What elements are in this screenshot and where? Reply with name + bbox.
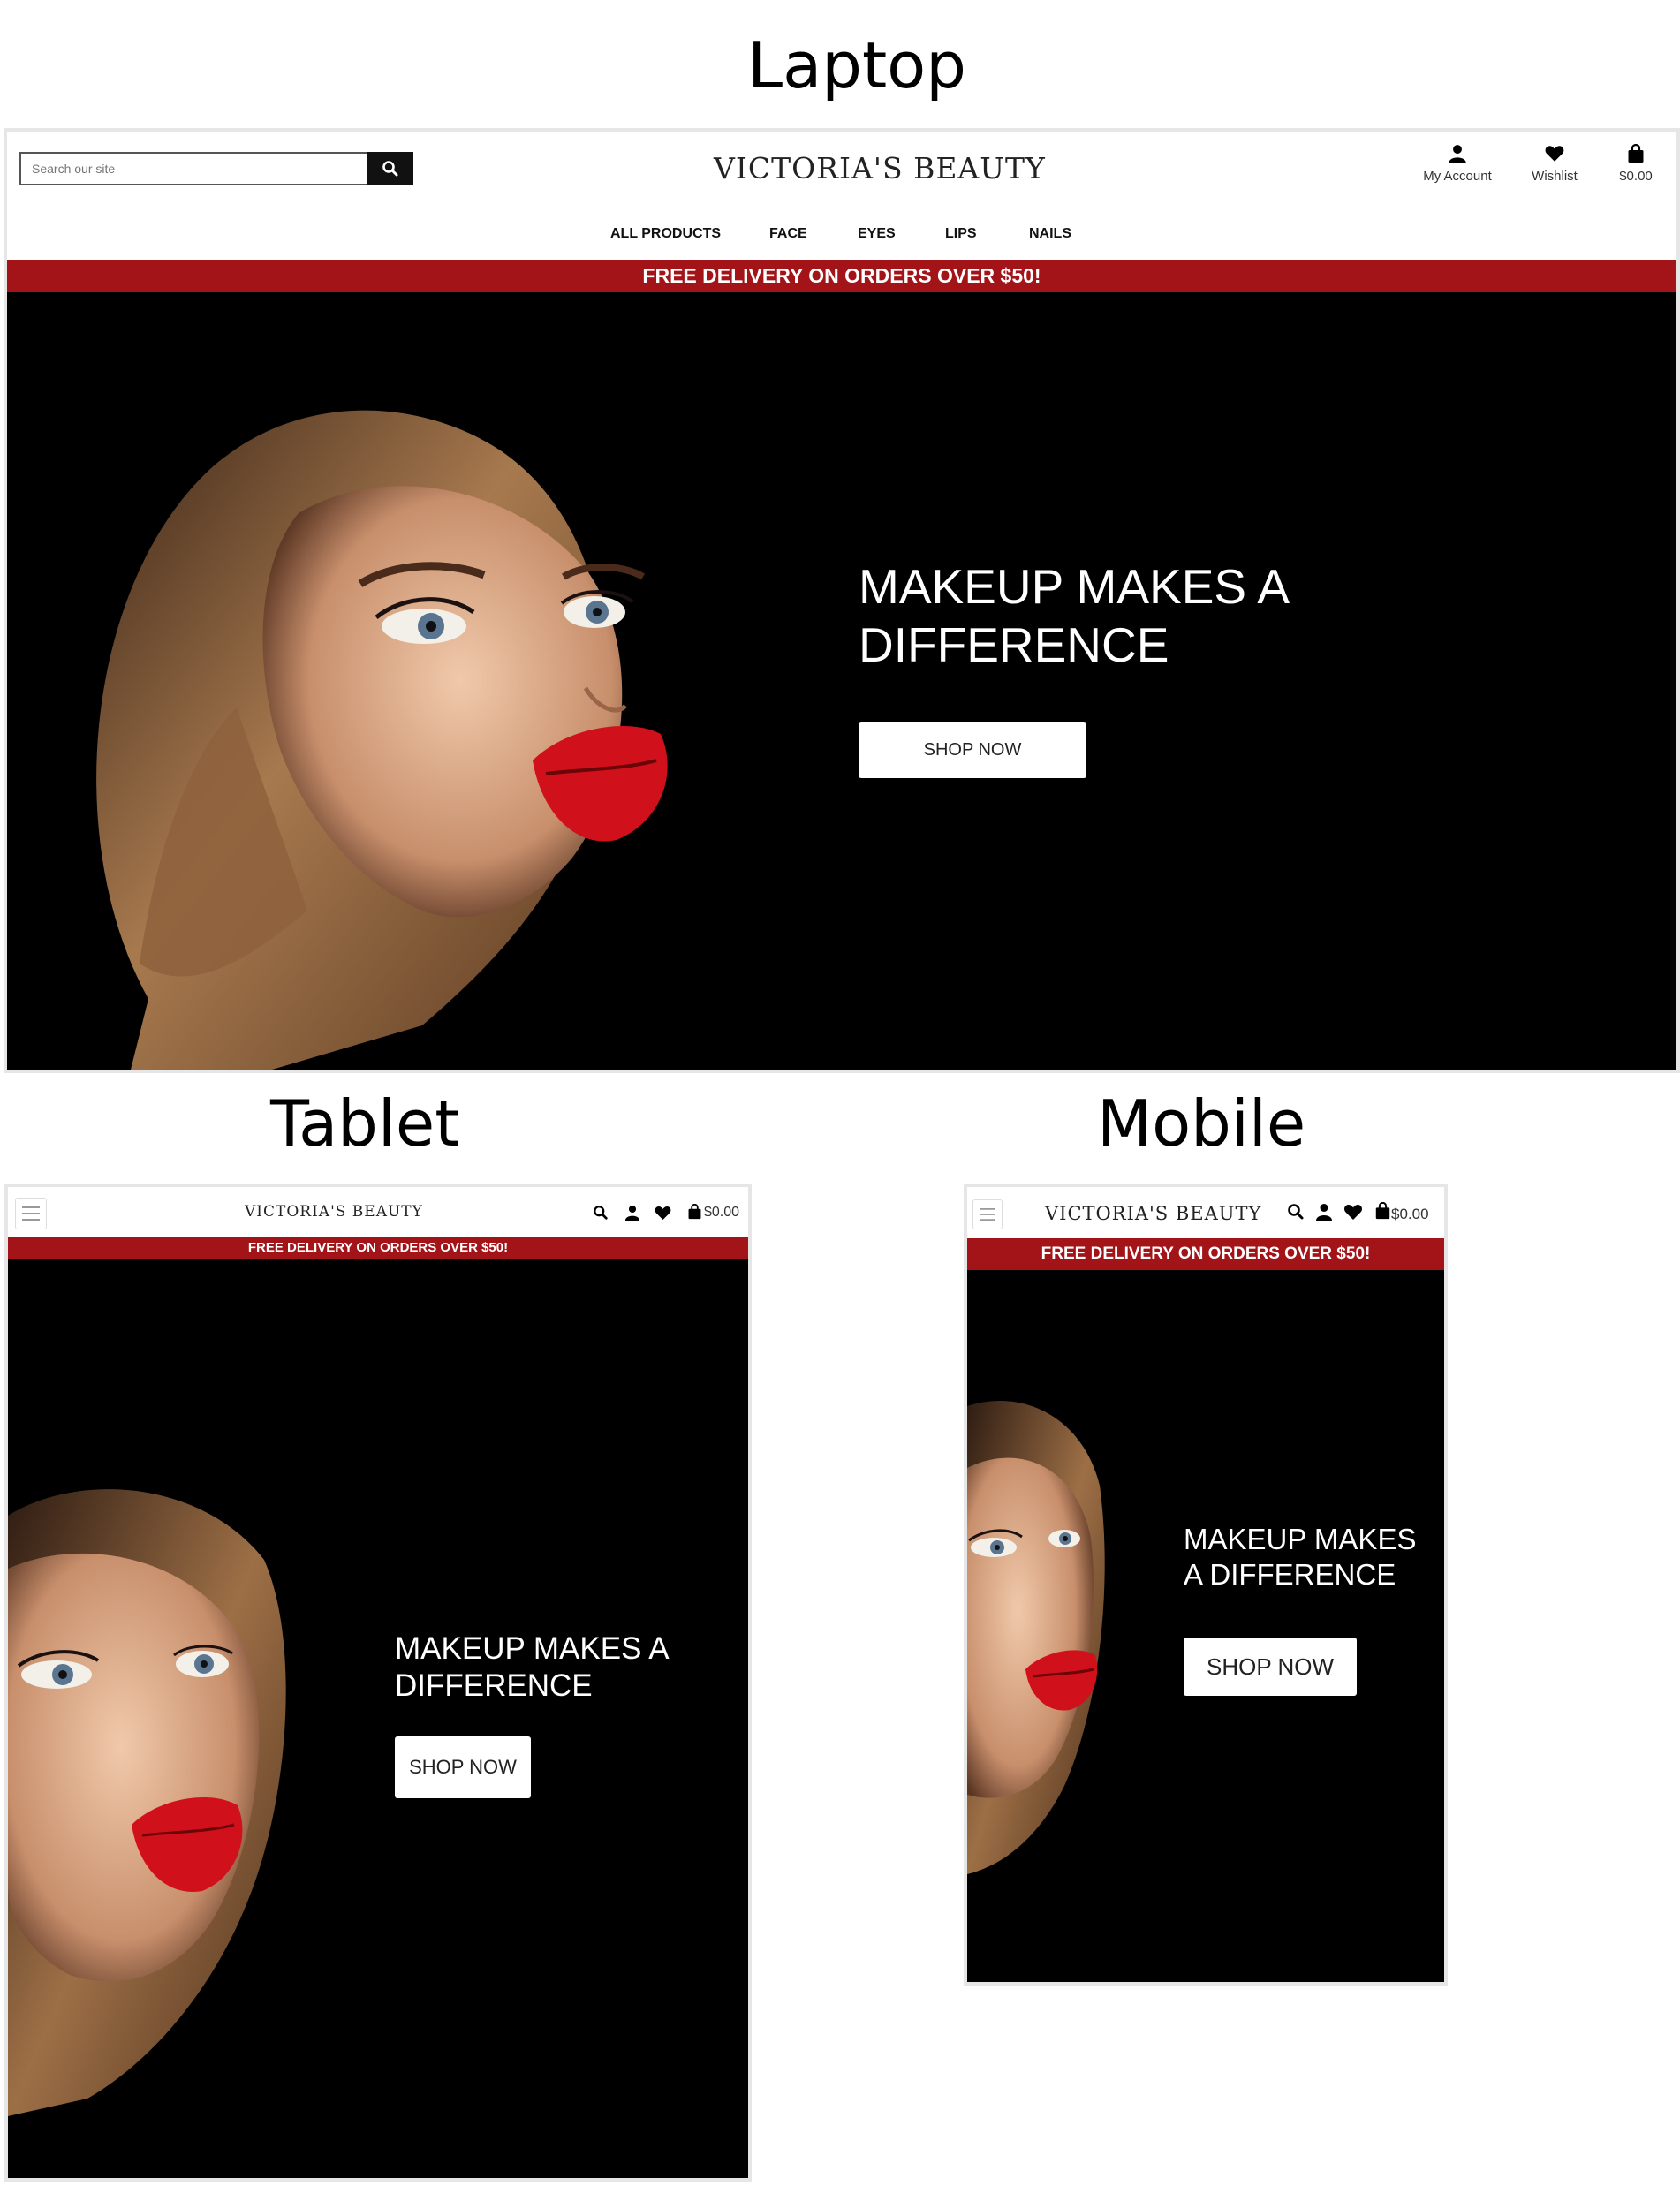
shop-now-button[interactable]: SHOP NOW [1184, 1638, 1357, 1696]
hero-section: MAKEUP MAKES A DIFFERENCE SHOP NOW [8, 1259, 748, 2178]
wishlist-link[interactable]: Wishlist [1519, 144, 1590, 190]
mobile-frame: VICTORIA'S BEAUTY $0.00 FREE DELIVERY ON… [964, 1184, 1448, 1986]
nav-item-lips[interactable]: LIPS [945, 226, 977, 242]
nav-item-nails[interactable]: NAILS [1029, 226, 1071, 242]
search-icon[interactable] [1287, 1203, 1305, 1221]
hamburger-menu-icon [22, 1206, 40, 1221]
hero-model-image [8, 1489, 286, 2116]
search-icon [382, 161, 398, 177]
section-title-tablet: Tablet [270, 1086, 460, 1161]
cart-total[interactable]: $0.00 [1391, 1206, 1429, 1223]
hero-title: MAKEUP MAKES A DIFFERENCE [1184, 1522, 1416, 1592]
delivery-banner: FREE DELIVERY ON ORDERS OVER $50! [967, 1238, 1444, 1270]
hamburger-menu-button[interactable] [15, 1198, 47, 1229]
heart-icon[interactable] [655, 1206, 671, 1221]
hero-title-line-2: DIFFERENCE [859, 617, 1169, 672]
laptop-search-form [19, 152, 413, 185]
cart-total[interactable]: $0.00 [704, 1205, 739, 1221]
hero-title: MAKEUP MAKES A DIFFERENCE [859, 557, 1290, 674]
nav-item-face[interactable]: FACE [769, 226, 807, 242]
hero-model-image [967, 1401, 1105, 1874]
brand-logo[interactable]: VICTORIA'S BEAUTY [1045, 1203, 1261, 1224]
hero-title-line-1: MAKEUP MAKES A [395, 1631, 670, 1666]
hamburger-menu-button[interactable] [972, 1199, 1003, 1229]
hero-title: MAKEUP MAKES A DIFFERENCE [395, 1630, 670, 1705]
tablet-header: VICTORIA'S BEAUTY $0.00 [8, 1187, 748, 1237]
shop-now-button[interactable]: SHOP NOW [859, 722, 1086, 778]
account-label: My Account [1423, 169, 1492, 184]
account-link[interactable]: My Account [1411, 144, 1503, 190]
mobile-header: VICTORIA'S BEAUTY $0.00 [967, 1187, 1444, 1238]
hero-model-image [96, 410, 668, 1070]
nav-item-all-products[interactable]: ALL PRODUCTS [610, 226, 721, 242]
section-title-mobile: Mobile [1097, 1086, 1306, 1161]
delivery-banner: FREE DELIVERY ON ORDERS OVER $50! [8, 1237, 748, 1259]
search-icon[interactable] [593, 1205, 609, 1221]
shop-now-button[interactable]: SHOP NOW [395, 1736, 531, 1798]
cart-link[interactable]: $0.00 [1608, 144, 1664, 190]
hero-section: MAKEUP MAKES A DIFFERENCE SHOP NOW [967, 1270, 1444, 1982]
search-button[interactable] [367, 152, 413, 185]
tablet-frame: VICTORIA'S BEAUTY $0.00 FREE DELIVERY ON… [4, 1184, 752, 2182]
shopping-bag-icon [1628, 144, 1644, 163]
hero-title-line-2: A DIFFERENCE [1184, 1557, 1396, 1591]
hero-section: MAKEUP MAKES A DIFFERENCE SHOP NOW [7, 292, 1676, 1070]
brand-logo[interactable]: VICTORIA'S BEAUTY [714, 151, 1046, 185]
brand-logo[interactable]: VICTORIA'S BEAUTY [245, 1203, 423, 1221]
user-icon[interactable] [624, 1205, 640, 1221]
laptop-header: VICTORIA'S BEAUTY My Account Wishlist $0… [7, 132, 1676, 260]
user-icon [1449, 145, 1466, 163]
shopping-bag-icon[interactable] [1374, 1202, 1391, 1220]
nav-item-eyes[interactable]: EYES [858, 226, 896, 242]
user-icon[interactable] [1315, 1203, 1333, 1221]
section-title-laptop: Laptop [747, 28, 966, 102]
heart-icon [1545, 146, 1564, 162]
laptop-frame: VICTORIA'S BEAUTY My Account Wishlist $0… [4, 128, 1680, 1073]
cart-total: $0.00 [1619, 169, 1653, 184]
hero-title-line-1: MAKEUP MAKES A [859, 559, 1290, 614]
hamburger-menu-icon [980, 1208, 995, 1221]
hero-title-line-2: DIFFERENCE [395, 1668, 593, 1703]
delivery-banner: FREE DELIVERY ON ORDERS OVER $50! [7, 260, 1676, 292]
wishlist-label: Wishlist [1532, 169, 1578, 184]
search-input[interactable] [19, 152, 367, 185]
hero-title-line-1: MAKEUP MAKES [1184, 1523, 1417, 1555]
heart-icon[interactable] [1343, 1204, 1363, 1221]
shopping-bag-icon[interactable] [687, 1204, 702, 1220]
